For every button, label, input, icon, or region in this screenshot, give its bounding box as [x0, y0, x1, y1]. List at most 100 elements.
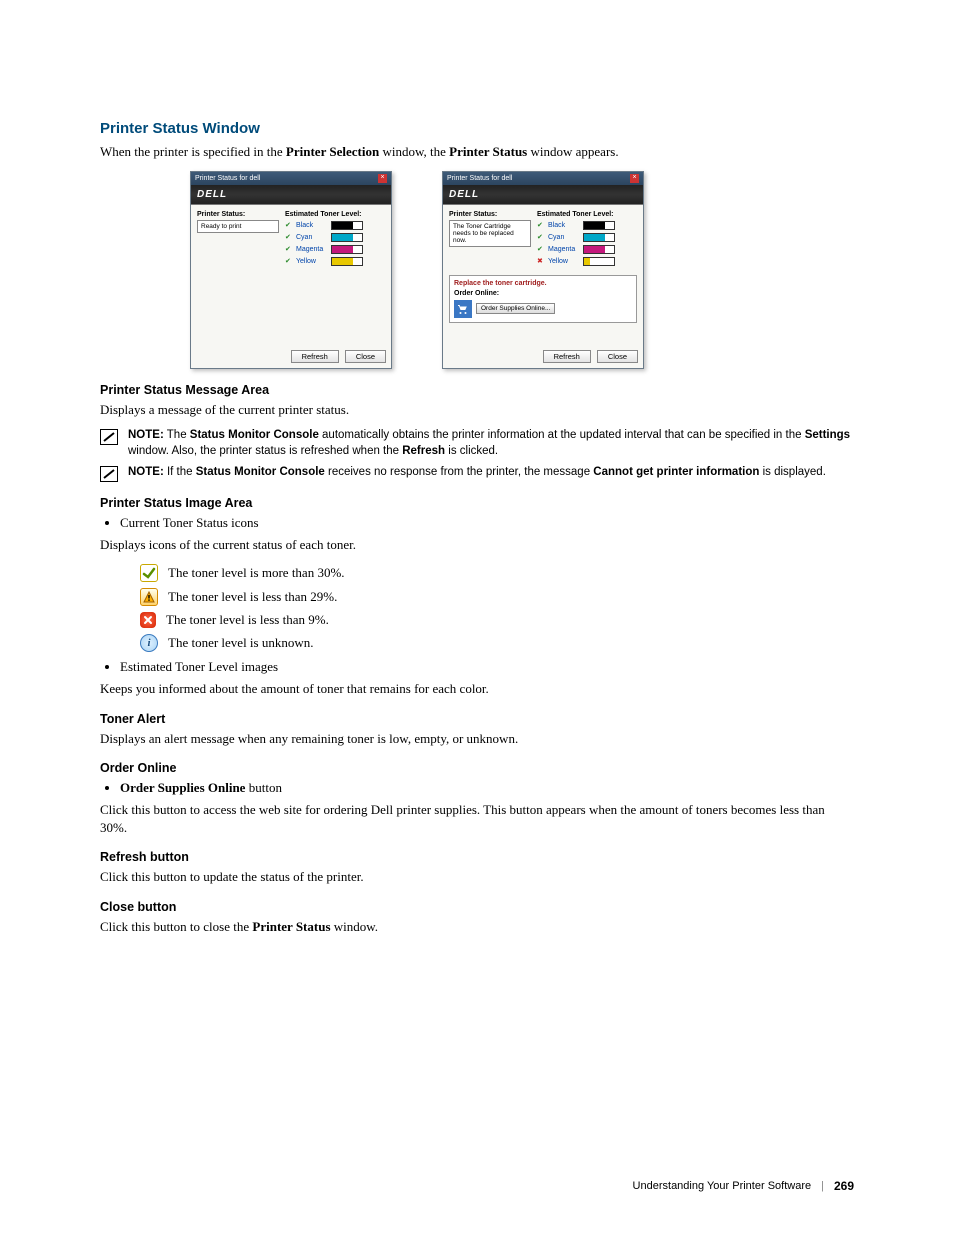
- check-icon: ✔: [285, 233, 293, 241]
- window-titlebar: Printer Status for dell ×: [443, 172, 643, 185]
- text: Displays an alert message when any remai…: [100, 730, 854, 748]
- close-button[interactable]: Close: [597, 350, 638, 363]
- page-heading: Printer Status Window: [100, 120, 854, 137]
- text: When the printer is specified in the: [100, 144, 286, 159]
- toner-name: Magenta: [296, 246, 328, 253]
- divider-icon: |: [821, 1180, 824, 1192]
- toner-alert-box: Replace the toner cartridge. Order Onlin…: [449, 275, 637, 323]
- toner-row-yellow: ✖ Yellow: [537, 257, 637, 266]
- note-row: NOTE: If the Status Monitor Console rece…: [100, 465, 854, 482]
- close-button[interactable]: Close: [345, 350, 386, 363]
- note-icon: [100, 466, 118, 482]
- printer-status-window-ready: Printer Status for dell × DELL Printer S…: [190, 171, 392, 369]
- brand-bar: DELL: [443, 185, 643, 205]
- text-bold: Status Monitor Console: [190, 429, 319, 441]
- text: The toner level is less than 29%.: [168, 589, 337, 605]
- info-icon: i: [140, 634, 158, 652]
- text-bold: Printer Selection: [286, 144, 379, 159]
- toner-row-black: ✔ Black: [537, 221, 637, 230]
- text: Click this button to close the Printer S…: [100, 918, 854, 936]
- close-icon[interactable]: ×: [378, 174, 387, 183]
- printer-status-label: Printer Status:: [197, 211, 279, 218]
- alert-title: Replace the toner cartridge.: [454, 280, 632, 287]
- refresh-button[interactable]: Refresh: [291, 350, 339, 363]
- window-title: Printer Status for dell: [195, 175, 260, 182]
- text: Displays icons of the current status of …: [100, 536, 854, 554]
- list-item: Estimated Toner Level images: [120, 658, 854, 676]
- order-supplies-button[interactable]: Order Supplies Online...: [476, 303, 555, 314]
- text: Keeps you informed about the amount of t…: [100, 680, 854, 698]
- subhead-message-area: Printer Status Message Area: [100, 383, 854, 397]
- toner-bar: [583, 221, 615, 230]
- subhead-refresh: Refresh button: [100, 850, 854, 864]
- toner-bar: [331, 245, 363, 254]
- toner-bar: [583, 245, 615, 254]
- subhead-order-online: Order Online: [100, 761, 854, 775]
- text: is displayed.: [759, 466, 825, 478]
- x-icon: [140, 612, 156, 628]
- toner-row-black: ✔ Black: [285, 221, 385, 230]
- printer-status-value: Ready to print: [197, 220, 279, 233]
- text: Click this button to update the status o…: [100, 868, 854, 886]
- toner-bar: [583, 233, 615, 242]
- order-online-label: Order Online:: [454, 290, 632, 297]
- check-icon: [140, 564, 158, 582]
- brand-bar: DELL: [191, 185, 391, 205]
- subhead-toner-alert: Toner Alert: [100, 712, 854, 726]
- refresh-button[interactable]: Refresh: [543, 350, 591, 363]
- text: is clicked.: [445, 445, 498, 457]
- toner-name: Cyan: [296, 234, 328, 241]
- text: receives no response from the printer, t…: [325, 466, 593, 478]
- text-bold: Printer Status: [252, 919, 330, 934]
- page-number: 269: [834, 1179, 854, 1193]
- text-bold: Refresh: [402, 445, 445, 457]
- check-icon: ✔: [537, 245, 545, 253]
- toner-level-label: Estimated Toner Level:: [537, 211, 637, 218]
- check-icon: ✔: [537, 233, 545, 241]
- toner-name: Black: [548, 222, 580, 229]
- window-title: Printer Status for dell: [447, 175, 512, 182]
- note-text: NOTE: If the Status Monitor Console rece…: [128, 465, 826, 481]
- check-icon: ✔: [537, 221, 545, 229]
- check-icon: ✔: [285, 245, 293, 253]
- window-titlebar: Printer Status for dell ×: [191, 172, 391, 185]
- subhead-close: Close button: [100, 900, 854, 914]
- list-item: Order Supplies Online button: [120, 779, 854, 797]
- text: window appears.: [527, 144, 618, 159]
- text: If the: [164, 466, 196, 478]
- text-bold: Settings: [805, 429, 850, 441]
- screenshot-row: Printer Status for dell × DELL Printer S…: [190, 171, 854, 369]
- text-bold: Cannot get printer information: [593, 466, 759, 478]
- check-icon: ✔: [285, 257, 293, 265]
- toner-row-cyan: ✔ Cyan: [285, 233, 385, 242]
- toner-row-yellow: ✔ Yellow: [285, 257, 385, 266]
- text: window.: [331, 919, 379, 934]
- printer-status-label: Printer Status:: [449, 211, 531, 218]
- text: Click this button to close the: [100, 919, 252, 934]
- footer-section: Understanding Your Printer Software: [633, 1180, 812, 1192]
- toner-bar: [583, 257, 615, 266]
- toner-bar: [331, 221, 363, 230]
- toner-name: Cyan: [548, 234, 580, 241]
- note-icon: [100, 429, 118, 445]
- toner-level-line: The toner level is more than 30%.: [140, 564, 854, 582]
- cart-icon: [454, 300, 472, 318]
- toner-bar: [331, 257, 363, 266]
- list-item: Current Toner Status icons: [120, 514, 854, 532]
- page-footer: Understanding Your Printer Software | 26…: [633, 1179, 854, 1193]
- text: window. Also, the printer status is refr…: [128, 445, 402, 457]
- intro-paragraph: When the printer is specified in the Pri…: [100, 143, 854, 161]
- toner-level-line: The toner level is less than 9%.: [140, 612, 854, 628]
- text: Displays a message of the current printe…: [100, 401, 854, 419]
- toner-bar: [331, 233, 363, 242]
- toner-level-line: i The toner level is unknown.: [140, 634, 854, 652]
- toner-name: Black: [296, 222, 328, 229]
- note-label: NOTE:: [128, 466, 164, 478]
- note-row: NOTE: The Status Monitor Console automat…: [100, 428, 854, 459]
- close-icon[interactable]: ×: [630, 174, 639, 183]
- text: Click this button to access the web site…: [100, 801, 854, 836]
- toner-name: Yellow: [296, 258, 328, 265]
- check-icon: ✔: [285, 221, 293, 229]
- note-label: NOTE:: [128, 429, 164, 441]
- subhead-image-area: Printer Status Image Area: [100, 496, 854, 510]
